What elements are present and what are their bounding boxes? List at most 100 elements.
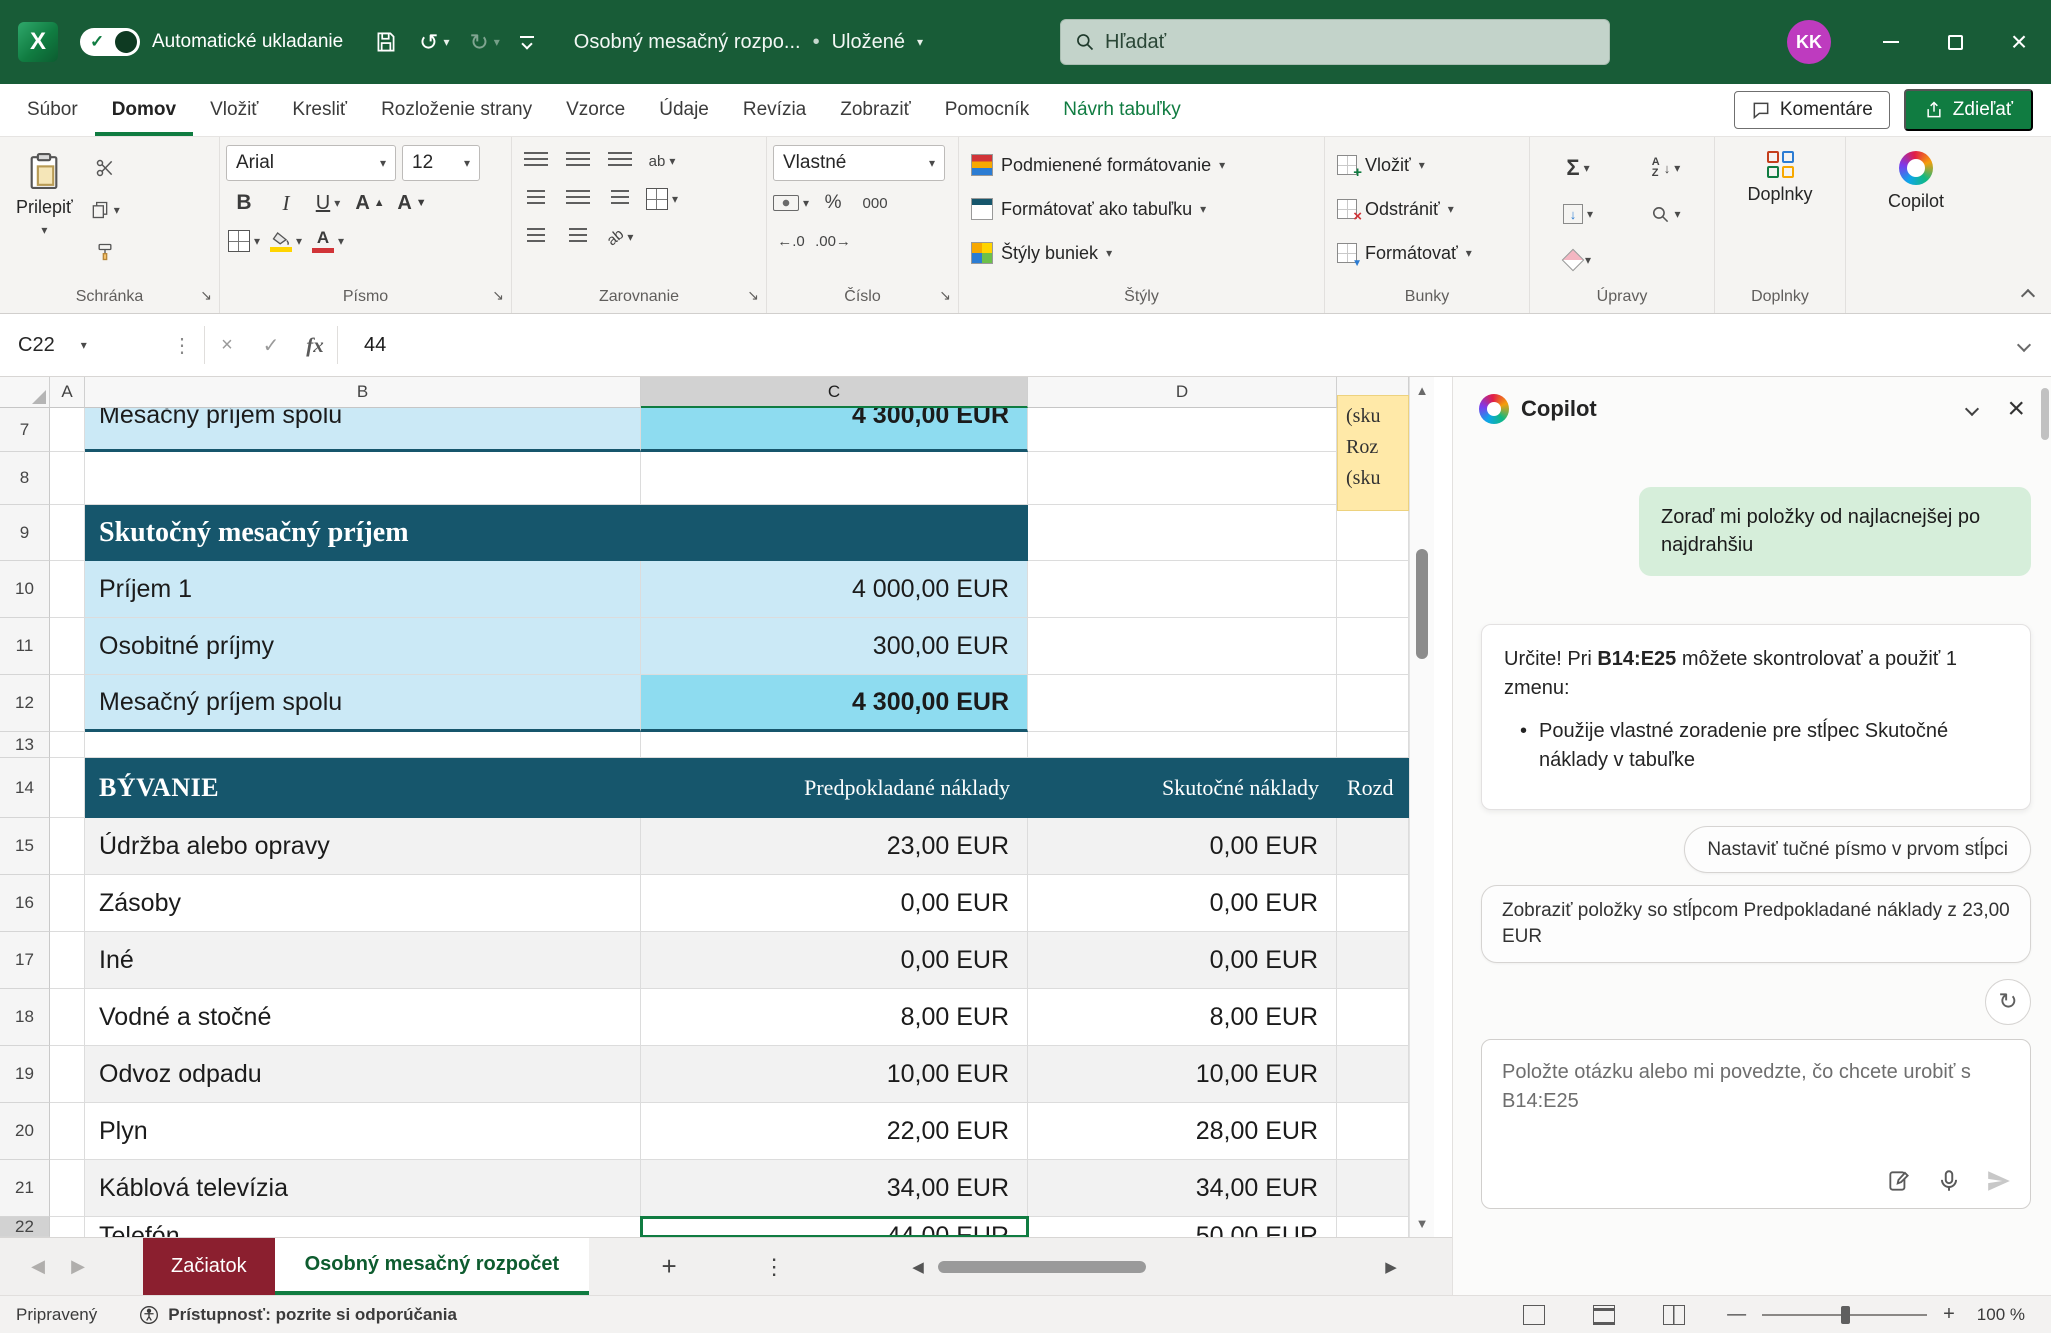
horizontal-scroll-thumb[interactable] [938, 1261, 1146, 1273]
housing-label-cell[interactable]: Telefón [85, 1217, 641, 1237]
housing-planned-cell[interactable]: 8,00 EUR [641, 989, 1028, 1046]
delete-cells-button[interactable]: × Odstrániť ▾ [1331, 187, 1523, 231]
redo-button[interactable]: ↻▾ [469, 31, 499, 54]
column-header-d[interactable]: D [1028, 377, 1337, 408]
suggestion-chip-bold-first-column[interactable]: Nastaviť tučné písmo v prvom stĺpci [1684, 826, 2031, 874]
cell[interactable] [50, 732, 85, 758]
increase-indent-button[interactable] [560, 220, 596, 254]
cut-button[interactable] [87, 151, 123, 185]
insert-cells-button[interactable]: + Vložiť ▾ [1331, 143, 1523, 187]
cell[interactable] [1028, 732, 1337, 758]
cell[interactable] [1337, 1160, 1409, 1217]
cell[interactable] [85, 732, 641, 758]
page-layout-view-button[interactable] [1593, 1305, 1615, 1325]
vertical-scrollbar[interactable]: ▲ ▼ [1409, 377, 1434, 1237]
cell[interactable] [50, 1217, 85, 1237]
sheet-tab-rozpocet-active[interactable]: Osobný mesačný rozpočet [275, 1238, 590, 1295]
document-title-group[interactable]: Osobný mesačný rozpo... • Uložené ▾ [574, 31, 923, 54]
cell[interactable] [1028, 561, 1337, 618]
tab-home[interactable]: Domov [95, 84, 193, 136]
row-header[interactable]: 11 [0, 618, 50, 675]
align-right-button[interactable] [602, 182, 638, 216]
row-header[interactable]: 10 [0, 561, 50, 618]
dialog-launcher-icon[interactable]: ↘ [747, 287, 759, 304]
align-top-button[interactable] [518, 144, 554, 178]
row-header[interactable]: 21 [0, 1160, 50, 1217]
cell[interactable] [50, 989, 85, 1046]
underline-button[interactable]: U▾ [310, 186, 346, 220]
cell[interactable] [50, 618, 85, 675]
cell[interactable] [1337, 561, 1409, 618]
housing-label-cell[interactable]: Odvoz odpadu [85, 1046, 641, 1103]
housing-actual-cell[interactable]: 34,00 EUR [1028, 1160, 1337, 1217]
row-header[interactable]: 17 [0, 932, 50, 989]
tab-review[interactable]: Revízia [726, 84, 823, 136]
horizontal-scrollbar[interactable] [938, 1261, 1370, 1273]
cell[interactable] [50, 675, 85, 732]
paste-button[interactable]: Prilepiť ▾ [6, 143, 83, 281]
column-header-c[interactable]: C [641, 377, 1028, 408]
name-box[interactable]: C22 ▾ [0, 314, 160, 376]
cell[interactable] [1337, 875, 1409, 932]
customize-toolbar-button[interactable] [520, 36, 534, 48]
format-as-table-button[interactable]: Formátovať ako tabuľku ▾ [965, 187, 1318, 231]
find-select-button[interactable]: ▾ [1624, 197, 1708, 231]
italic-button[interactable]: I [268, 186, 304, 220]
housing-label-cell[interactable]: Údržba alebo opravy [85, 818, 641, 875]
close-button[interactable]: × [1987, 0, 2051, 84]
row-header[interactable]: 7 [0, 408, 50, 452]
expand-formula-bar-button[interactable] [2017, 338, 2031, 352]
column-header-a[interactable]: A [50, 377, 85, 408]
minimize-button[interactable] [1859, 0, 1923, 84]
undo-button[interactable]: ↺▾ [419, 31, 449, 54]
conditional-formatting-button[interactable]: Podmienené formátovanie ▾ [965, 143, 1318, 187]
tab-formulas[interactable]: Vzorce [549, 84, 642, 136]
cell[interactable] [1337, 989, 1409, 1046]
align-left-button[interactable] [518, 182, 554, 216]
insert-function-button[interactable]: fx [293, 333, 337, 358]
copilot-input-box[interactable]: Položte otázku alebo mi povedzte, čo chc… [1481, 1039, 2031, 1209]
dialog-launcher-icon[interactable]: ↘ [492, 287, 504, 304]
autosave-toggle[interactable]: ✓ Automatické ukladanie [80, 28, 343, 56]
copy-button[interactable]: ▾ [87, 193, 123, 227]
search-bar[interactable] [1060, 19, 1610, 65]
excel-logo-icon[interactable]: X [18, 22, 58, 62]
housing-actual-cell[interactable]: 0,00 EUR [1028, 875, 1337, 932]
cell-c7[interactable]: 4 300,00 EUR [641, 408, 1028, 452]
scroll-down-icon[interactable]: ▼ [1410, 1216, 1434, 1231]
autosum-button[interactable]: Σ▾ [1536, 151, 1620, 185]
selected-cell-c22[interactable]: 44,00 EUR [641, 1217, 1028, 1237]
cell[interactable] [50, 1103, 85, 1160]
number-format-combo[interactable]: Vlastné▾ [773, 145, 945, 181]
zoom-slider[interactable] [1762, 1314, 1927, 1316]
housing-actual-cell[interactable]: 0,00 EUR [1028, 818, 1337, 875]
zoom-level[interactable]: 100 % [1977, 1305, 2025, 1325]
collapse-panel-button[interactable] [1965, 402, 1979, 416]
regenerate-button[interactable]: ↻ [1985, 979, 2031, 1025]
cell[interactable] [50, 932, 85, 989]
select-all-corner[interactable] [0, 377, 50, 408]
housing-actual-cell[interactable]: 28,00 EUR [1028, 1103, 1337, 1160]
formula-input[interactable]: 44 [338, 334, 2019, 357]
accessibility-status[interactable]: Prístupnosť: pozrite si odporúčania [139, 1305, 457, 1325]
enter-button[interactable]: ✓ [249, 333, 293, 358]
zoom-slider-knob[interactable] [1841, 1306, 1850, 1324]
add-sheet-button[interactable]: + [649, 1238, 689, 1295]
accounting-format-button[interactable]: ▾ [773, 186, 809, 220]
hscroll-left-icon[interactable]: ◀ [905, 1238, 931, 1296]
cell[interactable] [1337, 618, 1409, 675]
housing-label-cell[interactable]: Iné [85, 932, 641, 989]
vertical-scroll-thumb[interactable] [1416, 549, 1428, 659]
format-cells-button[interactable]: ▼ Formátovať ▾ [1331, 231, 1523, 275]
maximize-button[interactable] [1923, 0, 1987, 84]
row-header[interactable]: 18 [0, 989, 50, 1046]
cell[interactable] [50, 505, 85, 561]
panel-scroll-thumb[interactable] [2041, 388, 2049, 440]
decrease-font-button[interactable]: A▼ [394, 186, 430, 220]
housing-table-header[interactable]: BÝVANIE Predpokladané náklady Skutočné n… [85, 758, 1409, 818]
decrease-decimal-button[interactable]: .00→ [815, 224, 851, 258]
fill-color-button[interactable]: ▾ [268, 224, 304, 258]
row-header[interactable]: 12 [0, 675, 50, 732]
row-header[interactable]: 13 [0, 732, 50, 758]
income-value-cell[interactable]: 300,00 EUR [641, 618, 1028, 675]
